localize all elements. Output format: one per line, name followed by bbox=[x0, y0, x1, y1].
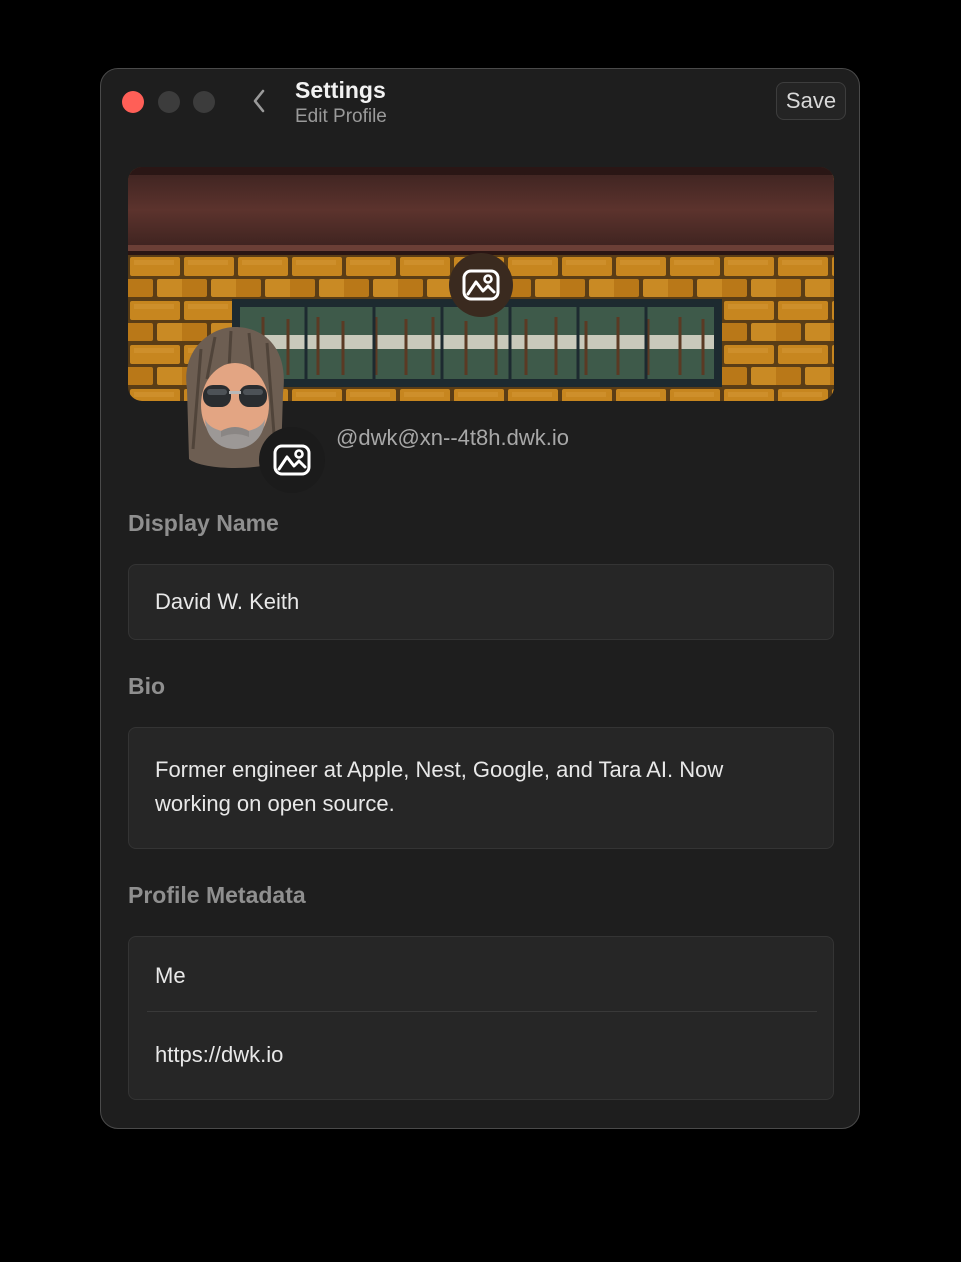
metadata-item-label[interactable]: Me bbox=[155, 959, 186, 993]
chevron-left-icon bbox=[253, 89, 265, 113]
back-button[interactable] bbox=[247, 85, 271, 117]
settings-window: Settings Edit Profile Save @dwk@xn--4t8h… bbox=[100, 68, 860, 1129]
display-name-value: David W. Keith bbox=[155, 589, 300, 614]
photo-edit-icon bbox=[462, 269, 500, 301]
photo-edit-icon bbox=[273, 444, 311, 476]
profile-metadata-label: Profile Metadata bbox=[128, 882, 306, 908]
display-name-field[interactable]: David W. Keith bbox=[128, 564, 834, 640]
save-button[interactable]: Save bbox=[776, 82, 846, 120]
display-name-label: Display Name bbox=[128, 510, 279, 536]
edit-avatar-button[interactable] bbox=[259, 427, 325, 493]
minimize-window-button[interactable] bbox=[158, 91, 180, 113]
window-title: Settings bbox=[295, 77, 386, 103]
profile-handle: @dwk@xn--4t8h.dwk.io bbox=[336, 425, 569, 450]
bio-value: Former engineer at Apple, Nest, Google, … bbox=[155, 757, 724, 816]
close-window-button[interactable] bbox=[122, 91, 144, 113]
bio-label: Bio bbox=[128, 673, 166, 699]
metadata-divider bbox=[147, 1011, 817, 1012]
bio-field[interactable]: Former engineer at Apple, Nest, Google, … bbox=[128, 727, 834, 849]
maximize-window-button[interactable] bbox=[193, 91, 215, 113]
profile-metadata-field: Me https://dwk.io bbox=[128, 936, 834, 1100]
edit-banner-button[interactable] bbox=[449, 253, 513, 317]
window-subtitle: Edit Profile bbox=[295, 106, 387, 127]
metadata-item-value[interactable]: https://dwk.io bbox=[155, 1038, 283, 1072]
